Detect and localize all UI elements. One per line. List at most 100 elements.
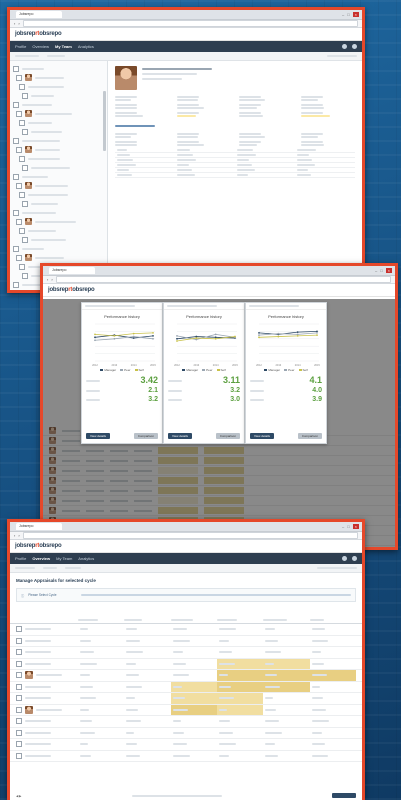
tree-node[interactable] [13,217,104,226]
view-details-button[interactable]: View details [168,433,192,439]
toolbar-actions[interactable] [317,567,357,569]
table-cell[interactable] [310,705,356,716]
nav-item-active[interactable]: My Team [55,44,72,49]
node-checkbox[interactable] [22,164,28,171]
node-checkbox[interactable] [16,182,22,189]
table-cell[interactable] [217,728,263,739]
table-cell[interactable] [263,728,309,739]
node-checkbox[interactable] [13,173,19,180]
table-cell[interactable] [217,716,263,727]
nav-item[interactable]: My Team [56,556,72,561]
node-checkbox[interactable] [19,191,25,198]
tree-node[interactable] [13,100,104,109]
row-checkbox[interactable] [16,660,22,667]
nav-item[interactable]: Profile [15,44,26,49]
table-cell[interactable] [263,716,309,727]
tree-node[interactable] [13,136,104,145]
browser-tab[interactable]: Jobsrepo [16,523,62,530]
node-checkbox[interactable] [22,200,28,207]
node-checkbox[interactable] [13,281,19,288]
table-cell[interactable] [217,751,263,762]
minimize-icon[interactable]: – [342,12,344,17]
table-cell[interactable] [216,693,264,704]
forward-icon[interactable]: › [18,533,19,538]
tree-node[interactable] [13,82,104,91]
table-cell[interactable] [216,670,264,681]
nav-item[interactable]: Analytics [78,44,94,49]
table-cell[interactable] [217,739,263,750]
browser-tab[interactable]: Jobsrepo [49,267,95,274]
pager-icons[interactable]: ◀ ▶ [16,794,21,798]
node-checkbox[interactable] [19,83,25,90]
table-cell[interactable] [216,658,264,669]
table-cell[interactable] [310,682,356,693]
minimize-icon[interactable]: – [375,268,377,273]
table-row[interactable] [10,704,362,716]
table-cell[interactable] [310,659,356,670]
tree-node[interactable] [13,91,104,100]
row-checkbox[interactable] [16,649,22,656]
table-cell[interactable] [263,681,310,692]
node-checkbox[interactable] [16,110,22,117]
table-cell[interactable] [310,693,356,704]
table-cell[interactable] [263,624,309,635]
gear-icon[interactable] [352,556,357,561]
url-field[interactable] [22,532,358,539]
column-header[interactable] [78,619,98,621]
tree-node[interactable] [13,190,104,199]
row-checkbox[interactable] [16,672,22,679]
row-checkbox[interactable] [16,718,22,725]
table-cell[interactable] [310,716,356,727]
app-logo[interactable]: jobsreprtobsrepo [15,543,62,549]
nav-item[interactable]: Profile [15,556,26,561]
column-header[interactable] [170,619,193,621]
tree-node[interactable] [13,154,104,163]
tree-node[interactable] [13,118,104,127]
table-cell[interactable] [309,670,356,681]
app-logo[interactable]: jobsreprtobsrepo [48,287,95,293]
table-cell[interactable] [310,624,356,635]
tree-node[interactable] [13,235,104,244]
row-checkbox[interactable] [16,729,22,736]
tree-node[interactable] [13,64,104,73]
table-cell[interactable] [310,739,356,750]
tree-node[interactable] [13,208,104,217]
comparison-button[interactable]: Comparison [215,433,240,439]
table-cell[interactable] [263,739,309,750]
table-row[interactable] [10,728,362,739]
node-checkbox[interactable] [16,254,22,261]
url-field[interactable] [55,276,391,283]
node-checkbox[interactable] [13,245,19,252]
table-cell[interactable] [263,636,309,647]
table-cell[interactable] [310,647,356,658]
table-cell[interactable] [263,705,309,716]
table-cell[interactable] [216,704,264,715]
tree-node[interactable] [13,73,104,82]
browser-tab[interactable]: Jobsrepo [16,11,62,18]
node-checkbox[interactable] [22,236,28,243]
breadcrumb[interactable] [15,567,35,569]
view-details-button[interactable]: View details [86,433,110,439]
back-icon[interactable]: ‹ [14,533,15,538]
row-checkbox[interactable] [16,683,22,690]
table-cell[interactable] [217,624,263,635]
maximize-icon[interactable]: □ [347,524,349,529]
nav-item-active[interactable]: Overview [32,556,50,561]
url-field[interactable] [22,20,358,27]
minimize-icon[interactable]: – [342,524,344,529]
table-cell[interactable] [217,636,263,647]
node-checkbox[interactable] [13,209,19,216]
table-cell[interactable] [263,693,309,704]
table-row[interactable] [10,624,362,636]
table-cell[interactable] [310,636,356,647]
column-header[interactable] [263,619,288,621]
table-cell[interactable] [263,751,309,762]
row-checkbox[interactable] [16,626,22,633]
row-checkbox[interactable] [16,752,22,759]
node-checkbox[interactable] [19,119,25,126]
node-checkbox[interactable] [22,92,28,99]
row-checkbox[interactable] [16,637,22,644]
node-checkbox[interactable] [19,263,25,270]
bell-icon[interactable] [342,556,347,561]
comparison-button[interactable]: Comparison [133,433,158,439]
